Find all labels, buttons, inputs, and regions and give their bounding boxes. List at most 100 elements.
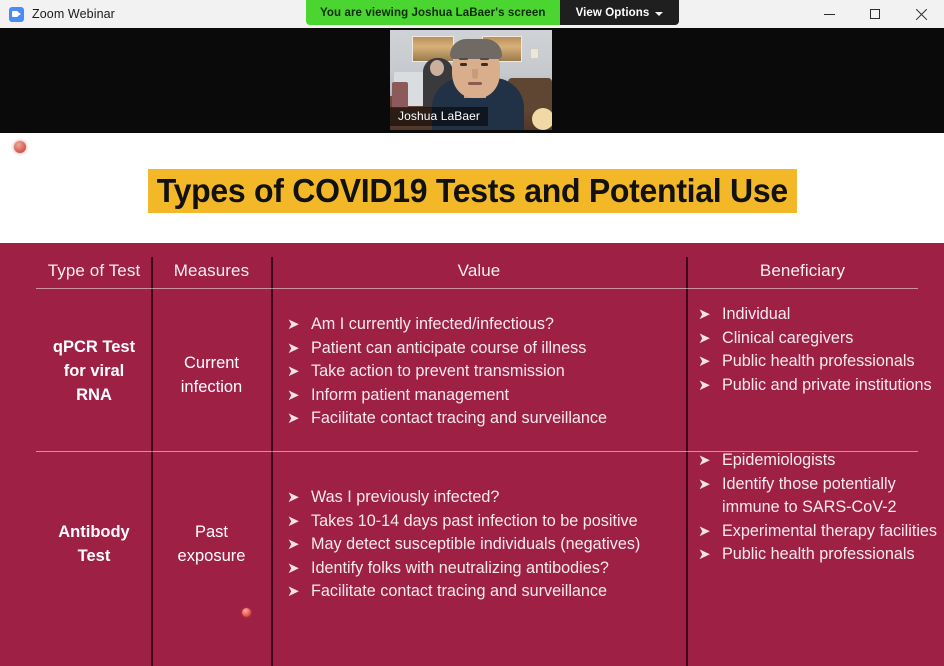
list-item: ➤ Facilitate contact tracing and surveill… <box>283 407 683 431</box>
arrow-bullet-icon: ➤ <box>698 306 711 323</box>
list-item: ➤ Take action to prevent transmission <box>283 360 683 384</box>
list-item-text: Identify those potentially immune to SAR… <box>722 474 897 517</box>
view-options-label: View Options <box>575 6 650 19</box>
row1-measures: Current infection <box>152 351 271 399</box>
list-item-text: Am I currently infected/infectious? <box>311 315 554 333</box>
column-divider-2 <box>271 257 273 666</box>
shared-screen-slide: Types of COVID19 Tests and Potential Use… <box>0 133 944 666</box>
maximize-icon <box>870 9 880 19</box>
list-item: ➤ Epidemiologists <box>694 449 938 473</box>
list-item: ➤ Public and private institutions <box>694 374 934 398</box>
row1-type-line-2: for viral <box>63 362 125 380</box>
list-item: ➤ Facilitate contact tracing and surveill… <box>283 580 683 604</box>
bullet-list: ➤ Individual ➤ Clinical caregivers ➤ Public… <box>694 303 934 397</box>
row2-measures-line-1: Past <box>194 523 229 541</box>
speaker-eye-right <box>481 63 488 67</box>
list-item-text: Identify folks with neutralizing antibod… <box>311 558 609 577</box>
row1-beneficiary-list: ➤ Individual ➤ Clinical caregivers ➤ Public… <box>694 303 934 397</box>
fullscreen-corner-br <box>922 82 929 89</box>
row1-measures-line-2: infection <box>180 378 243 396</box>
bullet-list: ➤ Was I previously infected? ➤ Takes 10-14… <box>283 486 683 604</box>
arrow-bullet-icon: ➤ <box>287 339 300 357</box>
list-item: ➤ Am I currently infected/infectious? <box>283 313 683 337</box>
row1-value-list: ➤ Am I currently infected/infectious? ➤ Pa… <box>283 313 683 431</box>
minimize-icon <box>823 13 835 15</box>
fullscreen-corner-tl <box>911 71 918 78</box>
arrow-bullet-icon: ➤ <box>287 536 300 554</box>
arrow-bullet-icon: ➤ <box>698 546 711 564</box>
list-item-text: Public health professionals <box>722 545 915 564</box>
list-item: ➤ Individual <box>694 303 934 327</box>
app-title: Zoom Webinar <box>32 7 115 21</box>
participant-video-tile[interactable]: Joshua LaBaer <box>390 30 552 130</box>
list-item: ➤ Experimental therapy facilities <box>694 520 938 544</box>
list-item: ➤ Takes 10-14 days past infection to be p… <box>283 510 683 534</box>
arrow-bullet-icon: ➤ <box>698 353 711 371</box>
window-titlebar: Zoom Webinar You are viewing Joshua LaBa… <box>0 0 944 28</box>
arrow-bullet-icon: ➤ <box>287 386 300 404</box>
table-header-measures: Measures <box>173 261 250 280</box>
arrow-bullet-icon: ➤ <box>287 410 300 428</box>
chevron-down-icon <box>655 11 664 16</box>
viewing-screen-label: You are viewing Joshua LaBaer's screen <box>306 0 560 25</box>
video-thumbnail-strip: Joshua LaBaer <box>0 28 944 133</box>
list-item-text: Take action to prevent transmission <box>311 362 565 381</box>
fullscreen-corner-bl <box>911 82 918 89</box>
maximize-button[interactable] <box>852 0 898 28</box>
arrow-bullet-icon: ➤ <box>287 489 300 506</box>
list-item-text: Individual <box>722 305 791 323</box>
row1-type-line-3: RNA <box>76 386 112 404</box>
arrow-bullet-icon: ➤ <box>287 559 300 577</box>
list-item: ➤ Clinical caregivers <box>694 327 934 351</box>
view-options-button[interactable]: View Options <box>559 0 680 25</box>
arrow-bullet-icon: ➤ <box>287 512 300 530</box>
row2-value-list: ➤ Was I previously infected? ➤ Takes 10-14… <box>283 486 683 604</box>
list-item-text: Public and private institutions <box>722 375 932 394</box>
header-divider <box>36 288 918 290</box>
minimize-button[interactable] <box>806 0 852 28</box>
list-item: ➤ Inform patient management <box>283 384 683 408</box>
fullscreen-icon[interactable] <box>908 68 932 92</box>
row2-type-line-2: Test <box>77 547 111 565</box>
annotation-dot-top-left <box>14 141 26 153</box>
titlebar-app-identity: Zoom Webinar <box>0 0 115 28</box>
row1-type-line-1: qPCR Test <box>52 338 136 356</box>
column-divider-1 <box>151 257 153 666</box>
arrow-bullet-icon: ➤ <box>287 316 300 333</box>
speaker-hair <box>450 39 502 59</box>
arrow-bullet-icon: ➤ <box>287 363 300 381</box>
screen-share-banner: You are viewing Joshua LaBaer's screen V… <box>306 0 680 25</box>
column-divider-3 <box>686 257 688 666</box>
list-item: ➤ Was I previously infected? <box>283 486 683 510</box>
lamp <box>532 108 552 130</box>
bullet-list: ➤ Epidemiologists ➤ Identify those potenti… <box>694 449 938 567</box>
list-item-text: May detect susceptible individuals (nega… <box>311 535 641 554</box>
list-item: ➤ May detect susceptible individuals (neg… <box>283 533 683 557</box>
fullscreen-corner-tr <box>922 71 929 78</box>
list-item-text: Public health professionals <box>722 352 915 371</box>
speaker-eye-left <box>460 63 467 67</box>
row2-measures: Past exposure <box>152 520 271 568</box>
arrow-bullet-icon: ➤ <box>287 583 300 601</box>
table-row: qPCR Test for viral RNA <box>36 335 152 407</box>
list-item-text: Experimental therapy facilities <box>722 521 938 540</box>
close-icon <box>915 8 927 20</box>
arrow-bullet-icon: ➤ <box>698 522 711 540</box>
table-row: Antibody Test <box>36 520 152 568</box>
list-item-text: Clinical caregivers <box>722 328 854 347</box>
list-item: ➤ Identify those potentially immune to SA… <box>694 473 938 520</box>
bullet-list: ➤ Am I currently infected/infectious? ➤ Pa… <box>283 313 683 431</box>
list-item-text: Facilitate contact tracing and surveilla… <box>311 409 608 428</box>
annotation-dot-measures <box>242 608 251 617</box>
list-item: ➤ Public health professionals <box>694 350 934 374</box>
list-item-text: Epidemiologists <box>722 451 836 469</box>
window-controls <box>806 0 944 28</box>
list-item: ➤ Identify folks with neutralizing antibo… <box>283 557 683 581</box>
list-item: ➤ Patient can anticipate course of illnes… <box>283 337 683 361</box>
table-header-beneficiary: Beneficiary <box>759 261 846 280</box>
close-button[interactable] <box>898 0 944 28</box>
zoom-camera-icon <box>9 6 24 22</box>
desk-object-b <box>392 82 408 108</box>
slide-title: Types of COVID19 Tests and Potential Use <box>147 169 797 213</box>
list-item-text: Takes 10-14 days past infection to be po… <box>311 511 638 530</box>
